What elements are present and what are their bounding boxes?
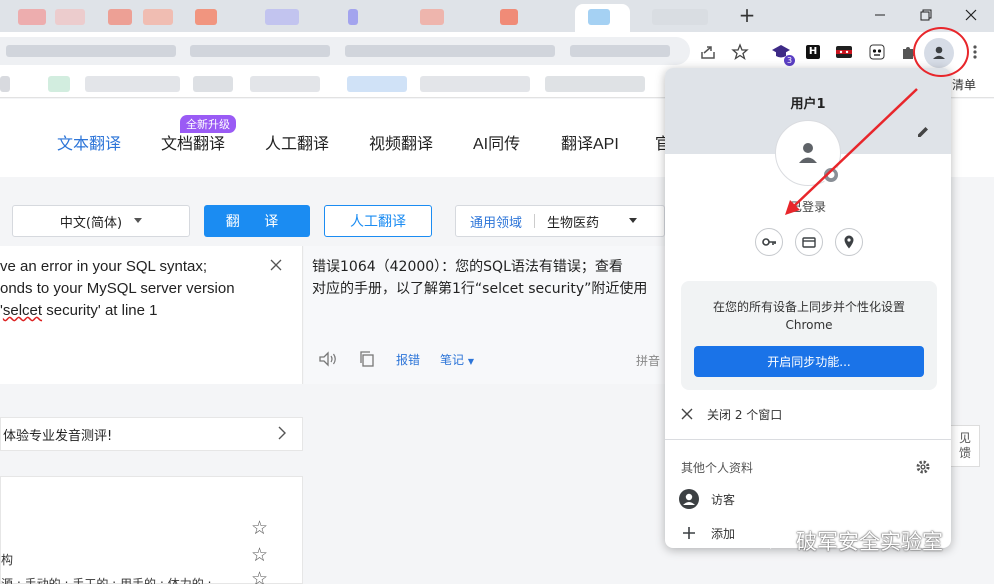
annotation-arrow (785, 88, 918, 215)
wechat-icon (766, 532, 786, 549)
watermark: 破军安全实验室 (766, 526, 943, 556)
